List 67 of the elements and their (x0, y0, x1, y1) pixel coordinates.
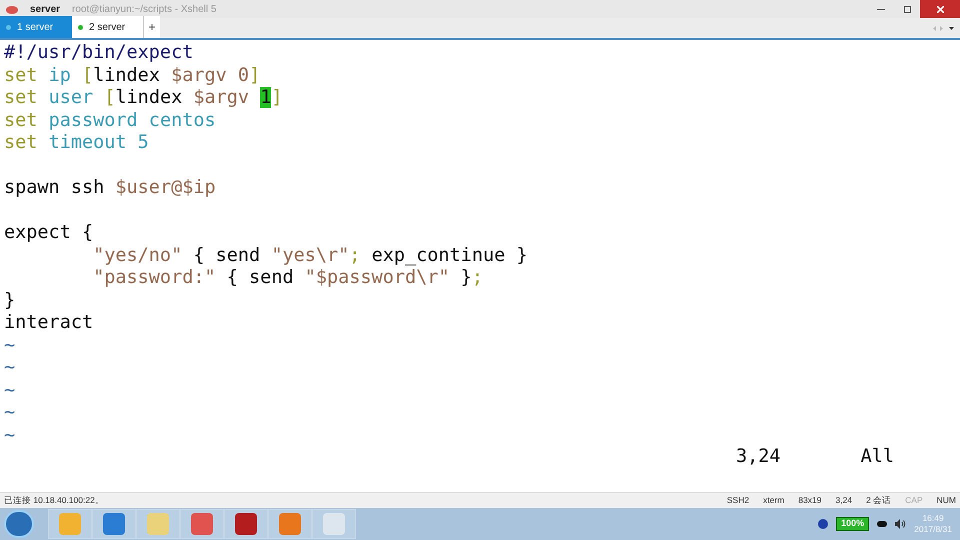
keyword-text: ; (349, 244, 362, 266)
code-text: lindex (115, 87, 184, 108)
value-text: $user@$ip (115, 177, 216, 198)
value-text: "$password\r" (304, 267, 451, 288)
window-title: server (30, 2, 60, 16)
code-text: } (4, 290, 16, 310)
keyword-text: [ (82, 64, 94, 86)
keyword-text: set (4, 87, 38, 108)
new-tab-button[interactable]: + (144, 16, 160, 38)
close-icon (936, 6, 944, 12)
shebang-line: #!/usr/bin/expect (4, 42, 194, 63)
session-tab[interactable]: 2 server (72, 16, 144, 38)
code-text: } (460, 267, 472, 288)
session-count: 2 会话 (866, 494, 892, 507)
code-text: spawn ssh (4, 177, 106, 198)
caps-lock-indicator: CAP (905, 494, 923, 507)
scroll-position: All (860, 446, 894, 468)
clock-date: 2017/8/31 (914, 524, 952, 535)
terminal-type: xterm (763, 494, 784, 507)
protocol-label: SSH2 (726, 494, 750, 507)
empty-line-tilde: ~ (4, 357, 16, 378)
empty-line-tilde: ~ (4, 380, 16, 400)
identifier-text: password centos (48, 110, 216, 130)
empty-line-tilde: ~ (4, 334, 16, 356)
terminal-size: 83x19 (798, 494, 822, 507)
restore-icon (904, 6, 910, 12)
clock-time: 16:49 (922, 513, 944, 524)
keyword-text: set (4, 64, 38, 86)
code-text: exp_continue } (372, 244, 528, 266)
close-button[interactable] (920, 0, 960, 18)
empty-line-tilde: ~ (4, 402, 16, 423)
session-tab[interactable]: 1 server (0, 16, 72, 38)
app-icon (6, 4, 18, 14)
cursor-position: 3,24 (736, 446, 781, 468)
value-text: $argv (193, 87, 250, 108)
value-text: "yes/no" (92, 244, 184, 266)
keyword-text: [ (104, 87, 116, 108)
identifier-text: ip (48, 64, 72, 86)
tab-label: 1 server (17, 20, 54, 34)
empty-line-tilde: ~ (4, 424, 16, 446)
value-text: "password:" (92, 267, 217, 288)
cursor-char: 1 (260, 87, 272, 108)
start-button[interactable] (4, 510, 34, 538)
value-text: "yes\r" (271, 244, 350, 266)
keyword-text: set (4, 132, 38, 153)
code-text: { send (193, 244, 262, 266)
identifier-text: timeout 5 (48, 132, 149, 153)
keyword-text: set (4, 110, 38, 130)
window-subtitle: root@tianyun:~/scripts - Xshell 5 (72, 2, 216, 16)
keyword-text: ] (249, 64, 260, 86)
connection-status: 已连接 10.18.40.100:22。 (4, 494, 104, 507)
code-text: interact (4, 312, 94, 333)
speaker-icon[interactable] (895, 519, 906, 529)
minimize-icon (877, 8, 885, 10)
keyword-text: ; (472, 267, 483, 288)
keyword-text: ] (271, 87, 282, 108)
value-text: $argv 0 (171, 64, 250, 86)
cursor-status: 3,24 (836, 494, 852, 507)
num-lock-indicator: NUM (936, 494, 956, 507)
code-text: expect { (4, 222, 94, 243)
code-text: lindex (93, 64, 161, 86)
code-text: { send (226, 267, 295, 288)
battery-meter: 100% (836, 517, 870, 531)
tab-label: 2 server (89, 20, 126, 34)
tab-menu-icon[interactable] (949, 26, 954, 30)
scroll-tabs-icon[interactable] (933, 26, 943, 30)
identifier-text: user (48, 87, 94, 108)
